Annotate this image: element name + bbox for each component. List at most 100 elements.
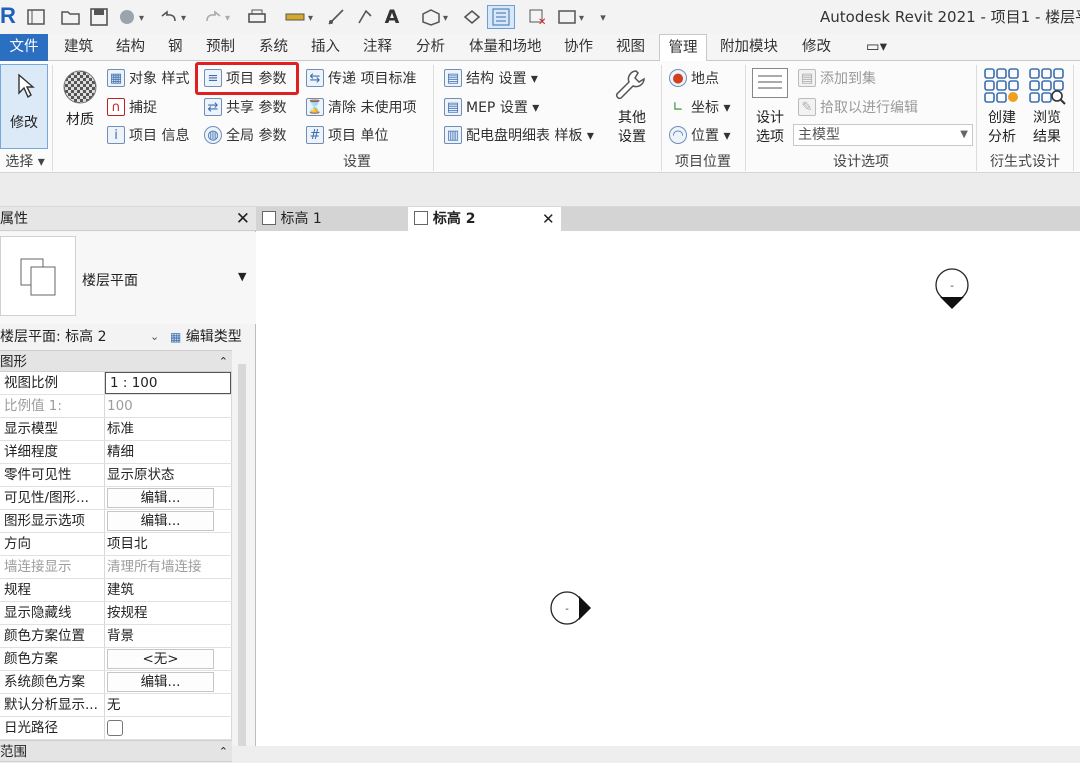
revit-logo[interactable]: R — [0, 3, 16, 29]
property-value[interactable]: 编辑... — [105, 510, 232, 532]
section-icon[interactable] — [462, 7, 482, 27]
property-value[interactable]: <无> — [105, 648, 232, 670]
snaps-button[interactable]: ∩ 捕捉 — [107, 96, 157, 118]
add-to-set-button[interactable]: ▤ 添加到集 — [798, 67, 876, 89]
tab-manage[interactable]: 管理 — [659, 34, 707, 62]
location-button[interactable]: ● 地点 — [669, 67, 719, 89]
edit-type-button[interactable]: ▦ 编辑类型 — [170, 325, 242, 349]
object-styles-button[interactable]: ▦ 对象 样式 — [107, 67, 189, 89]
coordinates-button[interactable]: ∟ 坐标 ▾ — [669, 96, 731, 118]
category-graphics[interactable]: 图形 ⌃ — [0, 350, 232, 372]
dimension-icon[interactable] — [326, 7, 346, 27]
tab-file[interactable]: 文件 — [0, 34, 48, 61]
property-value[interactable]: 标准 — [105, 418, 232, 440]
tab-structure[interactable]: 结构 — [112, 34, 149, 61]
recent-files-icon[interactable] — [26, 7, 46, 27]
thin-lines-icon[interactable] — [487, 5, 515, 29]
properties-palette: 属性 ✕ 楼层平面 ▼ 楼层平面: 标高 2 ⌄ ▦ 编辑类型 图形 ⌃ 视图比例… — [0, 207, 256, 762]
close-hidden-icon[interactable]: ✕ — [527, 7, 549, 27]
category-extents[interactable]: 范围 ⌃ — [0, 740, 232, 762]
3d-view-icon[interactable]: ▾ — [420, 7, 454, 27]
property-value[interactable]: 显示原状态 — [105, 464, 232, 486]
property-value[interactable]: 建筑 — [105, 579, 232, 601]
print-icon[interactable] — [246, 7, 268, 27]
chevron-down-icon[interactable]: ▼ — [238, 270, 246, 283]
purge-unused-button[interactable]: ⌛ 清除 未使用项 — [306, 96, 416, 118]
tab-view[interactable]: 视图 — [612, 34, 649, 61]
undo-icon[interactable]: ▾ — [158, 7, 192, 27]
tab-insert[interactable]: 插入 — [307, 34, 344, 61]
customize-icon[interactable]: ▾ — [596, 7, 610, 27]
redo-icon[interactable]: ▾ — [202, 7, 236, 27]
property-value[interactable] — [105, 717, 232, 739]
transfer-standards-button[interactable]: ⇆ 传递 项目标准 — [306, 67, 416, 89]
property-value[interactable]: 精细 — [105, 441, 232, 463]
type-selector[interactable]: 楼层平面 ▼ — [0, 232, 256, 324]
tab-steel[interactable]: 钢 — [164, 34, 187, 61]
explore-outcomes-label[interactable]: 浏览 结果 — [1025, 109, 1069, 147]
open-icon[interactable] — [60, 7, 82, 27]
design-options-icon[interactable] — [752, 68, 788, 98]
ribbon-panel: 修改 选择 ▾ 材质 ▦ 对象 样式 ∩ 捕捉 i 项目 信息 ≡ 项目 参数 ⇄ 共享 … — [0, 61, 1080, 173]
create-study-icon[interactable] — [983, 67, 1021, 105]
property-value[interactable]: 1 : 100 — [105, 372, 232, 394]
tab-addins[interactable]: 附加模块 — [716, 34, 782, 61]
project-info-button[interactable]: i 项目 信息 — [107, 124, 189, 146]
instance-selector[interactable]: 楼层平面: 标高 2 ⌄ ▦ 编辑类型 — [0, 325, 256, 349]
design-option-select[interactable]: 主模型 ▼ — [793, 124, 973, 146]
measure-icon[interactable]: ▾ — [283, 7, 319, 27]
text-icon[interactable]: A — [382, 6, 402, 28]
explore-outcomes-icon[interactable] — [1028, 67, 1066, 105]
sync-icon[interactable]: ▾ — [116, 7, 148, 27]
create-study-label[interactable]: 创建 分析 — [980, 109, 1024, 147]
tab-modify[interactable]: 修改 — [798, 34, 835, 61]
tab-systems[interactable]: 系统 — [255, 34, 292, 61]
tab-precast[interactable]: 预制 — [202, 34, 239, 61]
panel-schedule-templates-button[interactable]: ▥ 配电盘明细表 样板 ▾ — [444, 124, 594, 146]
tab-massing-site[interactable]: 体量和场地 — [465, 34, 546, 61]
properties-scrollbar[interactable] — [238, 364, 246, 746]
materials-label[interactable]: 材质 — [60, 109, 100, 129]
property-value[interactable]: 无 — [105, 694, 232, 716]
switch-windows-icon[interactable]: ▾ — [556, 7, 592, 27]
property-edit-button[interactable]: 编辑... — [107, 672, 214, 692]
tab-annotate[interactable]: 注释 — [359, 34, 396, 61]
design-options-label[interactable]: 设计 选项 — [750, 109, 790, 147]
project-units-button[interactable]: # 项目 单位 — [306, 124, 388, 146]
structural-settings-button[interactable]: ▤ 结构 设置 ▾ — [444, 67, 538, 89]
elevation-marker-west[interactable]: - — [550, 591, 591, 625]
tab-architecture[interactable]: 建筑 — [60, 34, 97, 61]
wrench-icon[interactable] — [612, 67, 646, 101]
sun-path-checkbox[interactable] — [107, 720, 123, 736]
property-value[interactable]: 项目北 — [105, 533, 232, 555]
select-dropdown[interactable]: 选择 ▾ — [0, 152, 50, 172]
save-icon[interactable] — [88, 7, 110, 27]
property-value[interactable]: 编辑... — [105, 487, 232, 509]
tag-icon[interactable] — [355, 7, 375, 27]
property-edit-button[interactable]: 编辑... — [107, 511, 214, 531]
property-value[interactable]: 背景 — [105, 625, 232, 647]
mep-settings-button[interactable]: ▤ MEP 设置 ▾ — [444, 96, 539, 118]
other-settings-label[interactable]: 其他 设置 — [612, 109, 652, 147]
close-icon[interactable]: ✕ — [236, 207, 250, 231]
position-button[interactable]: ◠ 位置 ▾ — [669, 124, 730, 146]
elevation-marker-north[interactable]: - — [935, 268, 969, 309]
global-parameters-button[interactable]: ◍ 全局 参数 — [204, 124, 286, 146]
property-value[interactable]: 按规程 — [105, 602, 232, 624]
property-edit-button[interactable]: <无> — [107, 649, 214, 669]
drawing-canvas[interactable]: - - — [256, 231, 1080, 746]
property-edit-button[interactable]: 编辑... — [107, 488, 214, 508]
view-scale-input[interactable]: 1 : 100 — [105, 372, 231, 394]
materials-icon[interactable] — [62, 69, 98, 105]
property-value[interactable]: 编辑... — [105, 671, 232, 693]
view-tab-level-2[interactable]: 标高 2 ✕ — [408, 207, 561, 231]
close-icon[interactable]: ✕ — [542, 207, 555, 231]
view-tab-level-1[interactable]: 标高 1 — [256, 207, 406, 231]
pick-to-edit-button[interactable]: ✎ 拾取以进行编辑 — [798, 96, 918, 118]
svg-text:✕: ✕ — [538, 17, 546, 26]
tab-collaborate[interactable]: 协作 — [560, 34, 597, 61]
shared-parameters-button[interactable]: ⇄ 共享 参数 — [204, 96, 286, 118]
tab-analyze[interactable]: 分析 — [412, 34, 449, 61]
tab-view-options[interactable]: ▭▾ — [862, 34, 891, 61]
modify-button[interactable]: 修改 — [0, 64, 48, 149]
